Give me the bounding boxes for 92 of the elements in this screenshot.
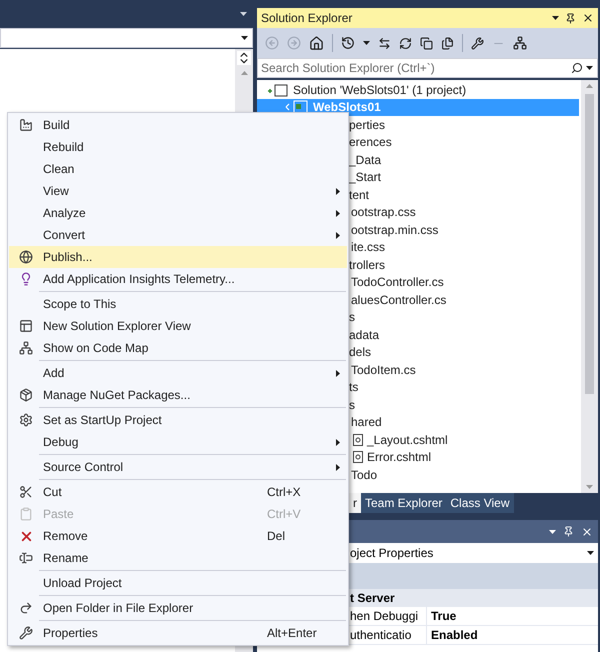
splitter-icon[interactable] [237, 51, 251, 65]
tree-item-label: s [349, 309, 355, 326]
collapse-icon[interactable] [420, 36, 433, 50]
history-icon[interactable] [341, 36, 355, 50]
search-input[interactable]: Search Solution Explorer (Ctrl+`) [258, 59, 571, 77]
wrench-icon [19, 626, 33, 640]
menu-item[interactable]: Show on Code Map [9, 337, 347, 359]
caret-icon [587, 551, 594, 555]
menu-item[interactable]: Add Application Insights Telemetry... [9, 268, 347, 290]
tree-item-label: ite.css [351, 239, 386, 256]
shortcut-label: Ctrl+X [267, 484, 302, 501]
menu-item[interactable]: Clean [9, 158, 347, 180]
tree-item-label: adata [349, 326, 380, 344]
scrollbar-thumb[interactable] [585, 94, 594, 394]
menu-item[interactable]: Analyze [9, 202, 347, 224]
tree-item-label: Todo [351, 466, 378, 484]
tree-item-label: hared [351, 414, 382, 432]
pin-icon[interactable] [565, 12, 576, 24]
menu-item[interactable]: Publish... [9, 246, 347, 268]
tree-item-label: Solution 'WebSlots01' (1 project) [293, 82, 466, 99]
scroll-up-icon [586, 84, 593, 88]
tree-item-label: ootstrap.css [351, 204, 416, 222]
property-value[interactable]: Enabled [427, 626, 478, 644]
factory-icon [19, 118, 33, 132]
scissors-icon [19, 485, 33, 499]
tree-item[interactable]: Solution 'WebSlots01' (1 project) [257, 81, 579, 98]
tree-item-label: TodoItem.cs [351, 362, 416, 379]
panel-title: Solution Explorer [261, 10, 354, 27]
menu-item[interactable]: Scope to This [9, 293, 347, 315]
tree-item-label: erences [349, 134, 392, 152]
tree-item-label: s [349, 396, 355, 414]
menu-item[interactable]: Set as StartUp Project [9, 409, 347, 431]
globe-icon [19, 250, 33, 264]
clipboard-icon [19, 507, 33, 521]
tree-item-label: aluesController.cs [351, 292, 446, 309]
tab[interactable]: r [349, 493, 361, 513]
tree-item-label: _Data [349, 152, 382, 169]
refresh-icon[interactable] [399, 36, 412, 50]
code-map-icon [19, 341, 33, 355]
file-icon [353, 451, 363, 464]
menu-item[interactable]: Build [9, 114, 347, 136]
tree-item-label: trollers [349, 256, 386, 274]
wrench-icon[interactable] [471, 36, 484, 50]
tree-item-label: Error.cshtml [367, 449, 432, 466]
scroll-down-icon [586, 485, 593, 489]
close-icon[interactable] [581, 526, 593, 538]
property-value[interactable]: True [427, 607, 456, 625]
tree-item-label: _Layout.cshtml [367, 432, 448, 449]
home-icon[interactable] [309, 36, 324, 50]
tab[interactable]: Class View [446, 493, 514, 513]
menu-item[interactable]: Rebuild [9, 136, 347, 158]
files-icon[interactable] [441, 36, 454, 50]
shortcut-label: Alt+Enter [267, 625, 318, 642]
tab[interactable]: Team Explorer [361, 493, 446, 513]
pin-icon[interactable] [563, 526, 574, 537]
tree-item-label: WebSlots01 [313, 99, 381, 116]
dropdown-icon [586, 66, 593, 70]
menu-item[interactable]: Manage NuGet Packages... [9, 384, 347, 406]
menu-item[interactable]: Convert [9, 224, 347, 246]
menu-item[interactable]: New Solution Explorer View [9, 315, 347, 337]
dropdown-icon [240, 12, 247, 16]
solution-icon [267, 82, 289, 97]
tree-item-label: ts [349, 379, 358, 396]
menu-item[interactable]: View [9, 180, 347, 202]
settings-icon [19, 413, 33, 427]
tree-item-label: TodoController.cs [351, 274, 444, 292]
menu-item[interactable]: Add [9, 362, 347, 384]
dropdown-icon [552, 16, 559, 20]
menu-item[interactable]: Cut Ctrl+X [9, 481, 347, 503]
shortcut-label: Ctrl+V [267, 506, 302, 523]
sync-icon[interactable] [378, 36, 391, 50]
curved-arrow-icon [19, 601, 33, 615]
lightbulb-icon [19, 272, 33, 286]
caret-icon [241, 36, 248, 40]
tree-item-label: dels [349, 344, 372, 362]
search-field[interactable]: Search Solution Explorer (Ctrl+`) [257, 58, 598, 78]
windows-icon [19, 319, 33, 333]
package-icon [19, 388, 33, 402]
scroll-up-icon [240, 71, 248, 75]
shortcut-label: Del [267, 528, 286, 545]
code-map-icon[interactable] [513, 36, 527, 50]
tree-item-label: ootstrap.min.css [351, 222, 438, 239]
close-icon[interactable] [582, 12, 594, 24]
tree-item-label: perties [349, 116, 386, 134]
dropdown-icon [549, 530, 556, 534]
search-icon[interactable] [571, 62, 583, 74]
dropdown-icon [363, 41, 370, 45]
scrollbar[interactable] [581, 80, 598, 493]
file-icon [353, 434, 363, 446]
rename-icon [19, 551, 33, 565]
tree-item-label: tent [349, 186, 370, 204]
tree-item-label: _Start [349, 169, 382, 186]
